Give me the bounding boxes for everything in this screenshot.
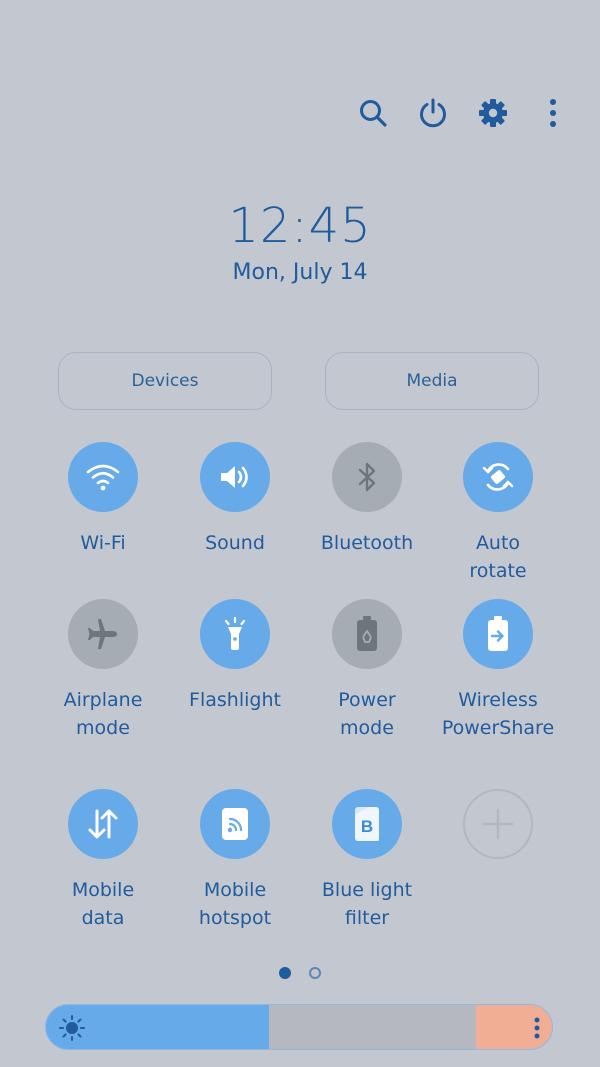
tile-wifi[interactable]: Wi-Fi [38,442,168,557]
tile-label: Auto rotate [469,532,527,582]
wifi-icon [86,464,120,491]
devices-button[interactable]: Devices [58,352,272,410]
settings-icon [479,99,507,127]
tile-airplane-mode[interactable]: Airplane mode [38,599,168,742]
tile-label: Airplane mode [63,689,143,739]
add-icon [482,808,514,840]
sound-toggle[interactable] [200,442,270,512]
search-button[interactable] [356,88,390,138]
power-button[interactable] [416,88,450,138]
airplane-icon [88,619,117,649]
clock-time: 12:45 [228,198,372,254]
sound-icon [221,466,248,488]
more-vertical-icon [550,99,556,127]
tile-add[interactable] [433,789,563,859]
wifi-toggle[interactable] [68,442,138,512]
mobile-data-icon [88,809,118,839]
bluetooth-toggle[interactable] [332,442,402,512]
flashlight-icon [224,616,246,650]
settings-button[interactable] [476,88,510,138]
media-button[interactable]: Media [325,352,539,410]
bluetooth-icon [358,462,376,492]
tile-label: Blue light filter [321,879,413,929]
clock-area: 12:45 Mon, July 14 [0,196,600,285]
wireless-powershare-icon [488,616,508,651]
tile-label: Sound [205,532,265,554]
hotspot-icon [222,808,248,840]
tile-mobile-data[interactable]: Mobile data [38,789,168,932]
airplane-mode-toggle[interactable] [68,599,138,669]
more-options-button[interactable] [536,88,570,138]
tile-label: Power mode [338,689,396,739]
blue-light-filter-toggle[interactable]: B [332,789,402,859]
wireless-powershare-toggle[interactable] [463,599,533,669]
power-mode-toggle[interactable] [332,599,402,669]
tile-label: Mobile hotspot [198,879,272,929]
page-dot-2[interactable] [309,967,321,979]
sun-icon [59,1015,85,1041]
tile-auto-rotate[interactable]: Auto rotate [433,442,563,585]
brightness-slider[interactable] [45,1004,553,1050]
clock-date: Mon, July 14 [232,260,368,285]
page-dot-1[interactable] [279,967,291,979]
brightness-options-icon[interactable] [532,1014,542,1042]
auto-rotate-toggle[interactable] [463,442,533,512]
svg-text:B: B [361,817,373,836]
flashlight-toggle[interactable] [200,599,270,669]
search-icon [360,100,387,127]
auto-rotate-icon [482,463,514,491]
tile-bluetooth[interactable]: Bluetooth [302,442,432,557]
tile-label: Mobile data [71,879,135,929]
tile-sound[interactable]: Sound [170,442,300,557]
add-tile-button[interactable] [463,789,533,859]
power-icon [420,98,446,128]
tile-label: Wi-Fi [80,532,126,554]
tile-wireless-powershare[interactable]: Wireless PowerShare [433,599,563,742]
power-mode-icon [357,616,377,651]
tile-label: Wireless PowerShare [441,689,555,739]
tile-label: Bluetooth [320,532,414,554]
tile-mobile-hotspot[interactable]: Mobile hotspot [170,789,300,932]
tile-power-mode[interactable]: Power mode [302,599,432,742]
tile-blue-light-filter[interactable]: B Blue light filter [302,789,432,932]
tile-label: Flashlight [189,689,281,711]
page-indicator [279,967,321,979]
blue-light-filter-icon: B [355,807,379,841]
top-action-bar [356,88,570,138]
mobile-data-toggle[interactable] [68,789,138,859]
mobile-hotspot-toggle[interactable] [200,789,270,859]
tile-flashlight[interactable]: Flashlight [170,599,300,714]
